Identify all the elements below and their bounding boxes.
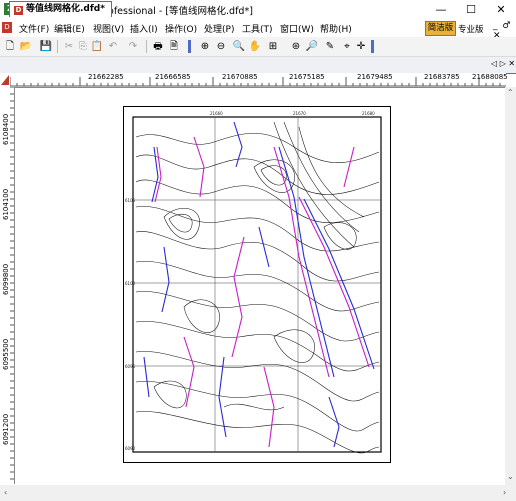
- ruler-y-label: 6104100: [2, 188, 10, 220]
- scroll-up-icon[interactable]: ⌃: [507, 88, 514, 97]
- magnify-icon[interactable]: 🔎: [305, 40, 319, 53]
- horizontal-scrollbar[interactable]: ‹ ›: [0, 485, 516, 501]
- ruler-x-label: 21662285: [88, 73, 124, 81]
- open-folder-icon[interactable]: 📂: [19, 40, 33, 53]
- pan-hand-icon[interactable]: ✋: [248, 40, 262, 53]
- document-icon: D: [14, 6, 23, 15]
- frame-label: 6100: [125, 281, 136, 286]
- zoom-window-icon[interactable]: 🔍: [232, 40, 246, 53]
- ruler-corner: [0, 73, 10, 87]
- menu-help[interactable]: 帮助(H): [320, 22, 352, 35]
- frame-label: 6105: [125, 198, 136, 203]
- tab-navigation-controls[interactable]: ◁ ▷ ✕: [491, 59, 515, 68]
- toolbar-separator: [146, 40, 147, 53]
- drawing-canvas[interactable]: 21660 21670 21680 6105 6100 6095 6090: [15, 88, 505, 484]
- ruler-x-label: 21688085: [472, 73, 508, 81]
- contour-lines: [135, 121, 380, 454]
- contour-map[interactable]: 21660 21670 21680 6105 6100 6095 6090: [124, 107, 390, 462]
- crosshair-icon[interactable]: ✛: [354, 40, 368, 53]
- frame-label: 21680: [362, 111, 375, 116]
- frame-label: 6095: [125, 364, 136, 369]
- tab-document[interactable]: D 等值线网格化.dfd*: [9, 1, 112, 17]
- simple-edition-button[interactable]: 简洁版: [425, 21, 456, 36]
- vertical-scrollbar[interactable]: ⌃ ⌄: [505, 87, 516, 485]
- fault-lines: [143, 121, 375, 448]
- draw-pen-icon[interactable]: ✎: [323, 40, 337, 53]
- ruler-y-label: 6099800: [2, 263, 10, 295]
- frame-label: 6090: [125, 446, 136, 451]
- menu-window[interactable]: 窗口(W): [280, 22, 314, 35]
- scroll-down-icon[interactable]: ⌄: [507, 472, 514, 481]
- ruler-y-label: 6091200: [2, 413, 10, 445]
- menu-view[interactable]: 视图(V): [93, 22, 124, 35]
- document-icon[interactable]: D: [2, 22, 12, 33]
- scroll-right-icon[interactable]: ›: [503, 488, 506, 497]
- pro-edition-button[interactable]: 专业版: [458, 23, 484, 35]
- ruler-x-label: 21675185: [289, 73, 325, 81]
- toolbar-grip[interactable]: [188, 40, 191, 53]
- document-tab-bar: [0, 57, 516, 74]
- menu-tools[interactable]: 工具(T): [242, 22, 273, 35]
- new-file-icon[interactable]: 🗋: [3, 40, 17, 53]
- cut-icon[interactable]: ✂: [62, 40, 76, 53]
- frame-label: 21660: [210, 111, 223, 116]
- toolbar: 🗋 📂 💾 ✂ ⎘ 📋 ↶ ↷ 🖶 🗎 ⊕ ⊖ 🔍 ✋ ⊞ ⊛ 🔎 ✎ ⌖ ✛: [0, 37, 516, 57]
- close-button[interactable]: ✕: [486, 0, 516, 19]
- measure-icon[interactable]: ⌖: [340, 40, 354, 53]
- toolbar-separator: [57, 40, 58, 53]
- menu-operate[interactable]: 操作(O): [165, 22, 197, 35]
- print-preview-icon[interactable]: 🗎: [167, 40, 181, 53]
- horizontal-ruler: 21662285 21666585 21670885 21675185 2167…: [10, 73, 508, 88]
- map-page[interactable]: 21660 21670 21680 6105 6100 6095 6090: [123, 106, 391, 463]
- tab-label: 等值线网格化.dfd*: [26, 4, 105, 14]
- ruler-x-label: 21670885: [222, 73, 258, 81]
- menu-insert[interactable]: 插入(I): [130, 22, 158, 35]
- ruler-x-label: 21666585: [155, 73, 191, 81]
- print-icon[interactable]: 🖶: [151, 40, 165, 53]
- redo-icon[interactable]: ↷: [126, 40, 140, 53]
- copy-icon[interactable]: ⎘: [76, 40, 90, 53]
- paste-icon[interactable]: 📋: [90, 40, 104, 53]
- ruler-y-label: 6095500: [2, 338, 10, 370]
- save-icon[interactable]: 💾: [39, 40, 53, 53]
- ruler-x-label: 21679485: [357, 73, 393, 81]
- minimize-button[interactable]: —: [426, 0, 456, 19]
- maximize-button[interactable]: ☐: [456, 0, 486, 19]
- zoom-in-icon[interactable]: ⊕: [198, 40, 212, 53]
- menu-file[interactable]: 文件(F): [19, 22, 49, 35]
- menu-edit[interactable]: 编辑(E): [54, 22, 85, 35]
- zoom-fit-icon[interactable]: ⊞: [266, 40, 280, 53]
- scroll-left-icon[interactable]: ‹: [4, 488, 7, 497]
- ruler-x-label: 21683785: [424, 73, 460, 81]
- zoom-out-icon[interactable]: ⊖: [214, 40, 228, 53]
- toolbar-grip[interactable]: [371, 40, 374, 53]
- vertical-ruler: 6108400 6104100 6099800 6095500 6091200: [0, 87, 15, 484]
- frame-label: 21670: [293, 111, 306, 116]
- menu-process[interactable]: 处理(P): [204, 22, 234, 35]
- ruler-y-label: 6108400: [2, 113, 10, 145]
- zoom-select-icon[interactable]: ⊛: [289, 40, 303, 53]
- undo-icon[interactable]: ↶: [106, 40, 120, 53]
